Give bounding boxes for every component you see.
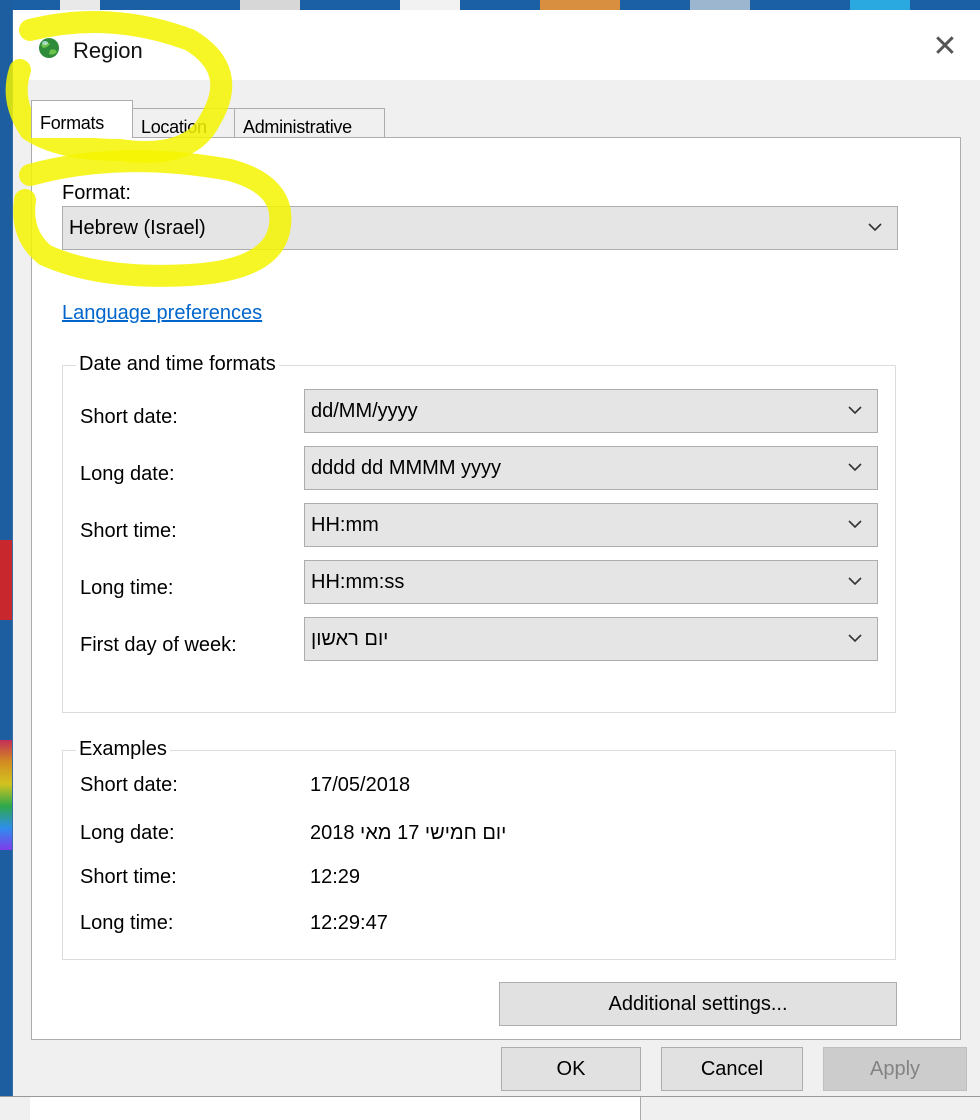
formats-panel: Format: Hebrew (Israel) Language prefere… [31, 137, 961, 1040]
date-time-formats-title: Date and time formats [76, 353, 279, 376]
desktop-edge-red [0, 540, 12, 620]
desktop-edge [0, 0, 12, 1119]
globe-icon [39, 38, 59, 58]
long-time-dropdown[interactable]: HH:mm:ss [304, 560, 878, 604]
region-dialog: Region ✕ Formats Location Administrative… [12, 10, 980, 1096]
examples-group [62, 750, 896, 960]
long-time-label: Long time: [80, 577, 174, 599]
example-short-date-label: Short date: [80, 774, 178, 796]
window-title: Region [73, 38, 143, 63]
short-time-value: HH:mm [311, 514, 379, 536]
cancel-button[interactable]: Cancel [661, 1047, 803, 1091]
title-bar[interactable]: Region ✕ [13, 10, 980, 80]
chevron-down-icon [848, 634, 862, 643]
example-short-time-value: 12:29 [310, 866, 361, 888]
format-label: Format: [62, 182, 131, 204]
example-long-date-label: Long date: [80, 822, 175, 844]
background-window [0, 1096, 980, 1120]
short-time-label: Short time: [80, 520, 177, 542]
first-day-of-week-label: First day of week: [80, 634, 237, 656]
short-date-value: dd/MM/yyyy [311, 400, 418, 422]
format-dropdown[interactable]: Hebrew (Israel) [62, 206, 898, 250]
long-time-value: HH:mm:ss [311, 571, 405, 593]
first-day-of-week-dropdown[interactable]: יום ראשון [304, 617, 878, 661]
examples-title: Examples [76, 738, 170, 761]
first-day-of-week-value: יום ראשון [311, 628, 389, 650]
chevron-down-icon [848, 577, 862, 586]
chevron-down-icon [848, 463, 862, 472]
example-short-time-label: Short time: [80, 866, 177, 888]
desktop-edge-color [0, 740, 12, 850]
language-preferences-link[interactable]: Language preferences [62, 302, 262, 325]
long-date-dropdown[interactable]: dddd dd MMMM yyyy [304, 446, 878, 490]
example-short-date-value: 17/05/2018 [310, 774, 411, 796]
short-time-dropdown[interactable]: HH:mm [304, 503, 878, 547]
apply-button[interactable]: Apply [823, 1047, 967, 1091]
chevron-down-icon [868, 223, 882, 232]
example-long-date-value: יום חמישי 17 מאי 2018 [310, 822, 507, 844]
example-long-time-label: Long time: [80, 912, 174, 934]
additional-settings-button[interactable]: Additional settings... [499, 982, 897, 1026]
long-date-value: dddd dd MMMM yyyy [311, 457, 502, 479]
tab-administrative[interactable]: Administrative [234, 108, 385, 138]
background-window-pane [470, 1097, 641, 1120]
chevron-down-icon [848, 406, 862, 415]
tab-formats[interactable]: Formats [31, 100, 133, 138]
background-window-pane [30, 1097, 471, 1120]
long-date-label: Long date: [80, 463, 175, 485]
short-date-dropdown[interactable]: dd/MM/yyyy [304, 389, 878, 433]
chevron-down-icon [848, 520, 862, 529]
format-value: Hebrew (Israel) [69, 217, 206, 239]
example-long-time-value: 12:29:47 [310, 912, 388, 934]
ok-button[interactable]: OK [501, 1047, 641, 1091]
tab-location[interactable]: Location [132, 108, 235, 138]
short-date-label: Short date: [80, 406, 178, 428]
close-button[interactable]: ✕ [928, 32, 962, 66]
